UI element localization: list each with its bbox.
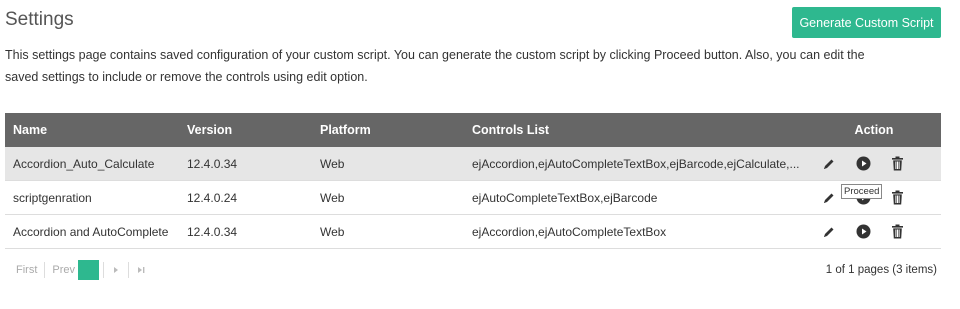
trash-icon[interactable] [889,156,905,172]
column-header-platform[interactable]: Platform [320,123,472,137]
cell-name: Accordion and AutoComplete [13,224,169,239]
pencil-icon[interactable] [821,156,837,172]
cell-version: 12.4.0.34 [187,224,238,239]
cell-platform: Web [320,190,345,205]
cell-version: 12.4.0.34 [187,156,238,171]
table-row[interactable]: Accordion and AutoComplete 12.4.0.34 Web… [5,215,941,249]
play-circle-icon[interactable] [855,156,871,172]
page-description: This settings page contains saved config… [5,48,865,84]
cell-controls-list: ejAccordion,ejAutoCompleteTextBox [472,224,667,239]
pager-prev[interactable]: Prev [49,264,78,276]
pencil-icon[interactable] [821,190,837,206]
page-title: Settings [5,9,74,30]
cell-version: 12.4.0.24 [187,190,238,205]
proceed-tooltip: Proceed [841,184,883,199]
cell-name: Accordion_Auto_Calculate [13,156,155,171]
pager: First Prev 1 1 of 1 pages (3 items) [5,259,941,281]
cell-controls-list: ejAutoCompleteTextBox,ejBarcode [472,190,658,205]
pager-page-1[interactable]: 1 [78,260,100,280]
column-header-action: Action [854,123,894,137]
cell-actions [807,156,941,172]
pager-divider [128,262,130,278]
column-header-controls-list[interactable]: Controls List [472,123,807,137]
settings-grid: Name Version Platform Controls List Acti… [5,113,941,249]
generate-custom-script-button[interactable]: Generate Custom Script [792,7,941,38]
pager-divider [44,262,46,278]
cell-platform: Web [320,156,345,171]
table-row[interactable]: scriptgenration 12.4.0.24 Web ejAutoComp… [5,181,941,215]
play-circle-icon[interactable] [855,224,871,240]
trash-icon[interactable] [889,224,905,240]
cell-controls-list: ejAccordion,ejAutoCompleteTextBox,ejBarc… [472,156,800,171]
cell-name: scriptgenration [13,190,92,205]
table-row[interactable]: Accordion_Auto_Calculate 12.4.0.34 Web e… [5,147,941,181]
pager-first[interactable]: First [5,264,40,276]
last-page-icon[interactable] [133,262,149,278]
column-header-name[interactable]: Name [5,123,187,137]
grid-header: Name Version Platform Controls List Acti… [5,113,941,147]
pencil-icon[interactable] [821,224,837,240]
trash-icon[interactable] [889,190,905,206]
cell-platform: Web [320,224,345,239]
next-page-icon[interactable] [108,262,124,278]
pager-divider [103,262,105,278]
cell-actions [807,224,941,240]
pager-info: 1 of 1 pages (3 items) [825,264,937,276]
column-header-version[interactable]: Version [187,123,320,137]
